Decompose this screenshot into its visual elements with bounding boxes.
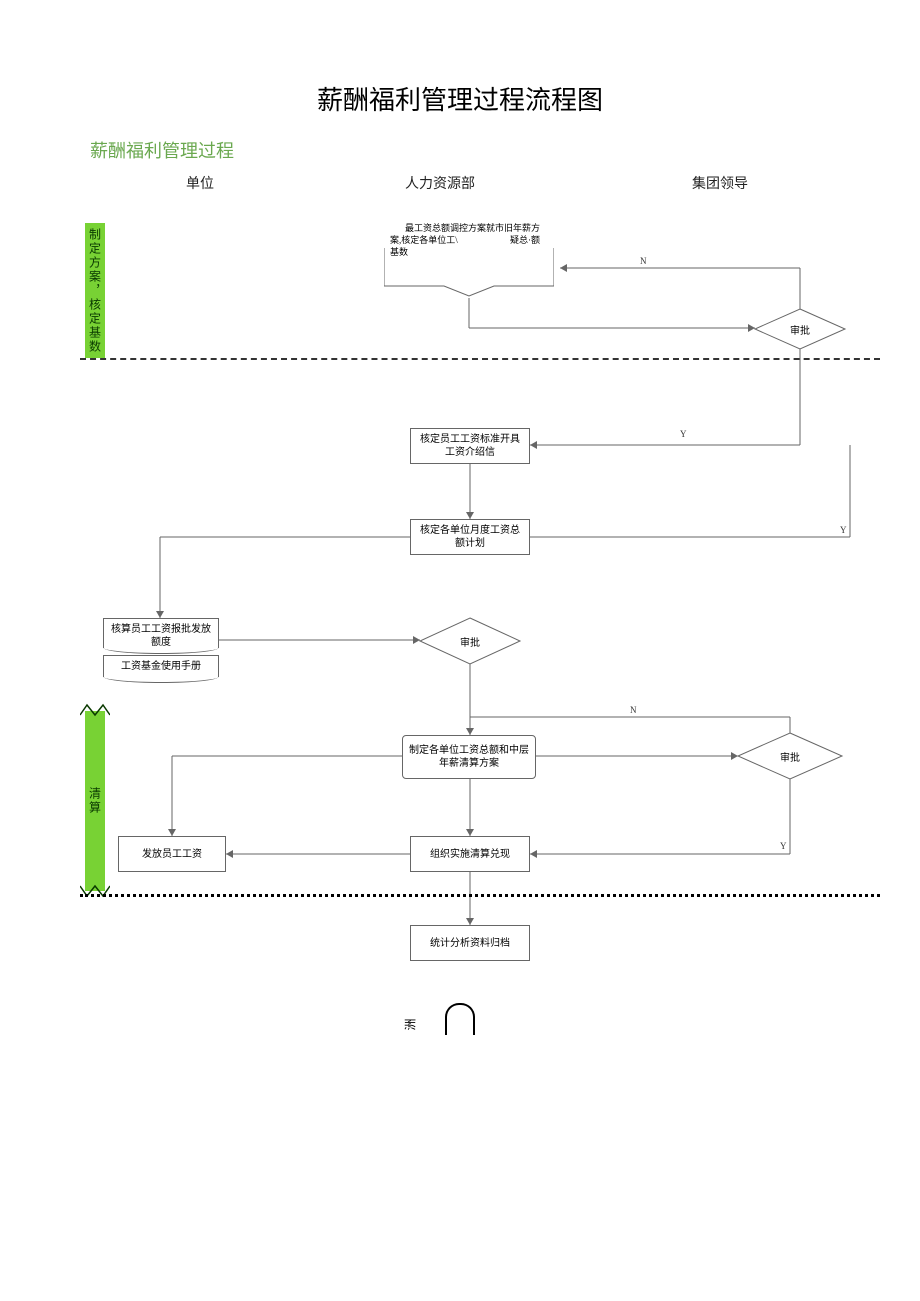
document-title: 薪酬福利管理过程流程图 — [0, 0, 920, 137]
column-headers: 单位 人力资源部 集团领导 — [100, 173, 900, 223]
connectors-main — [0, 223, 920, 983]
footnote-char: 洲 — [402, 1018, 419, 1030]
dotline-2 — [80, 894, 880, 897]
footnote-shape — [445, 1003, 475, 1035]
edge-y-2: Y — [780, 841, 787, 851]
edge-y-loop: Y — [840, 525, 847, 535]
section-subtitle: 薪酬福利管理过程 — [0, 137, 920, 173]
flowchart-diagram: 制定方案，核定基数 清算 最工资总额调控方案就市旧年薪方 案,核定各单位工\ 疑… — [0, 223, 920, 1023]
col-leader: 集团领导 — [580, 173, 860, 193]
edge-n-2: N — [630, 705, 637, 715]
col-hr: 人力资源部 — [300, 173, 580, 193]
col-unit: 单位 — [100, 173, 300, 193]
edge-y-1: Y — [680, 429, 687, 439]
